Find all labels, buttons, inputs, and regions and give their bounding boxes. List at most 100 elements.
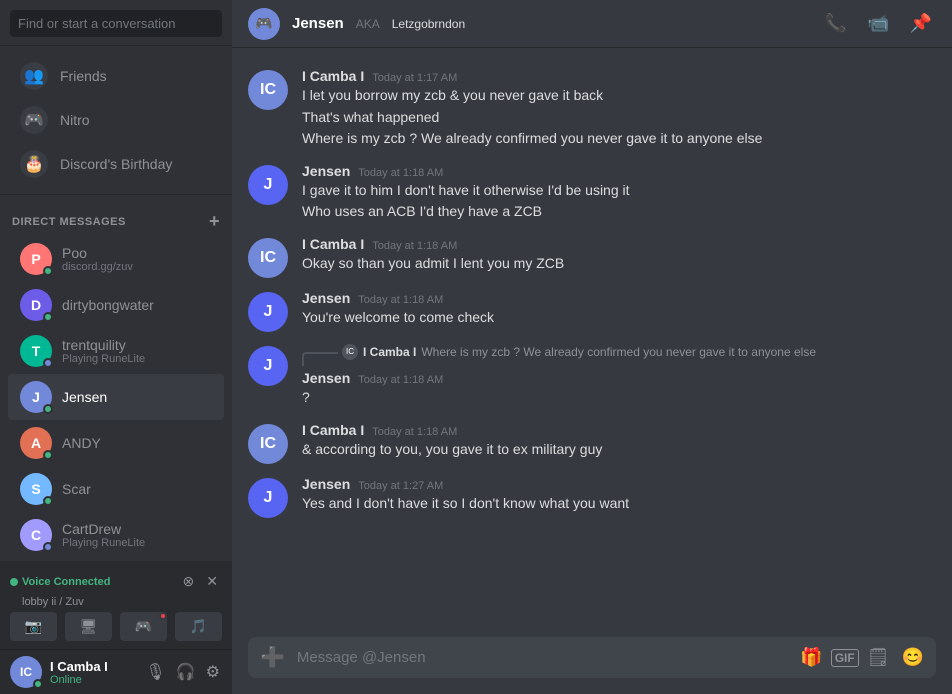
gift-button[interactable]: 🎁 bbox=[796, 643, 826, 672]
dm-sub-poo: discord.gg/zuv bbox=[62, 261, 212, 273]
nitro-label: Nitro bbox=[60, 112, 90, 128]
msg-header-2: Jensen Today at 1:18 AM bbox=[302, 163, 936, 179]
music-button[interactable]: 🎵 bbox=[175, 612, 222, 641]
dm-status-dot-scar bbox=[43, 496, 53, 506]
birthday-label: Discord's Birthday bbox=[60, 156, 172, 172]
sidebar-item-nitro[interactable]: 🎮 Nitro bbox=[8, 98, 224, 142]
msg-line: Who uses an ACB I'd they have a ZCB bbox=[302, 202, 936, 222]
search-input[interactable] bbox=[10, 10, 222, 37]
msg-avatar-5: J bbox=[248, 346, 288, 386]
sidebar-item-birthday[interactable]: 🎂 Discord's Birthday bbox=[8, 142, 224, 186]
msg-text-5: ? bbox=[302, 388, 936, 408]
message-group-5: J IC I Camba I Where is my zcb ? We alre… bbox=[232, 340, 952, 414]
dm-name-andy: ANDY bbox=[62, 435, 212, 451]
user-panel-icons: 🎙 🎧 ⚙ bbox=[143, 660, 222, 684]
dm-info-dirtybongwater: dirtybongwater bbox=[62, 297, 212, 313]
voice-channel-name: lobby ii / Zuv bbox=[10, 594, 222, 608]
msg-timestamp-7: Today at 1:27 AM bbox=[358, 480, 443, 492]
msg-line: & according to you, you gave it to ex mi… bbox=[302, 440, 936, 460]
dm-header-label: Direct Messages bbox=[12, 216, 126, 228]
message-group-2: J Jensen Today at 1:18 AM I gave it to h… bbox=[232, 159, 952, 228]
msg-avatar-2: J bbox=[248, 165, 288, 205]
msg-line: You're welcome to come check bbox=[302, 308, 936, 328]
msg-author-6: I Camba I bbox=[302, 422, 364, 438]
chat-header-name: Jensen bbox=[292, 15, 344, 32]
msg-author-7: Jensen bbox=[302, 476, 350, 492]
voice-leave-button[interactable]: ✕ bbox=[202, 569, 222, 594]
dm-item-jensen[interactable]: J Jensen bbox=[8, 374, 224, 420]
main-content: 🎮 Jensen AKA Letzgobrndon 📞 📹 📌 IC I Cam… bbox=[232, 0, 952, 694]
dm-name-jensen: Jensen bbox=[62, 389, 212, 405]
screenshare-button[interactable]: 🖥 bbox=[65, 612, 112, 641]
msg-content-1: I Camba I Today at 1:17 AM I let you bor… bbox=[302, 68, 936, 151]
chat-header: 🎮 Jensen AKA Letzgobrndon 📞 📹 📌 bbox=[232, 0, 952, 48]
msg-text-7: Yes and I don't have it so I don't know … bbox=[302, 494, 936, 514]
msg-avatar-7: J bbox=[248, 478, 288, 518]
msg-avatar-4: J bbox=[248, 292, 288, 332]
voice-status-row: Voice Connected ⊗ ✕ bbox=[10, 569, 222, 594]
sidebar-item-friends[interactable]: 👥 Friends bbox=[8, 54, 224, 98]
camera-button[interactable]: 📷 bbox=[10, 612, 57, 641]
msg-header-5: Jensen Today at 1:18 AM bbox=[302, 370, 936, 386]
dm-item-andy[interactable]: A ANDY bbox=[8, 420, 224, 466]
dm-section-header: Direct Messages + bbox=[0, 195, 232, 236]
gif-button[interactable]: GIF bbox=[831, 649, 859, 667]
msg-header-6: I Camba I Today at 1:18 AM bbox=[302, 422, 936, 438]
add-dm-button[interactable]: + bbox=[209, 211, 220, 232]
msg-line: Where is my zcb ? We already confirmed y… bbox=[302, 129, 936, 149]
message-input[interactable] bbox=[297, 638, 788, 677]
emoji-button[interactable]: 😊 bbox=[898, 643, 928, 672]
chat-header-aka-label: AKA bbox=[356, 17, 380, 31]
settings-button[interactable]: ⚙ bbox=[204, 660, 222, 684]
msg-content-4: Jensen Today at 1:18 AM You're welcome t… bbox=[302, 290, 936, 332]
sticker-button[interactable]: 🗒 bbox=[863, 643, 894, 672]
dm-item-scar[interactable]: S Scar bbox=[8, 466, 224, 512]
add-attachment-button[interactable]: ➕ bbox=[256, 637, 289, 678]
dm-name-scar: Scar bbox=[62, 481, 212, 497]
msg-text-6: & according to you, you gave it to ex mi… bbox=[302, 440, 936, 460]
dm-avatar-wrap-cartdrew: C bbox=[20, 519, 52, 551]
voice-mute-button[interactable]: ⊗ bbox=[179, 569, 199, 594]
dm-name-cartdrew: CartDrew bbox=[62, 521, 212, 537]
nitro-icon: 🎮 bbox=[20, 106, 48, 134]
dm-avatar-wrap-andy: A bbox=[20, 427, 52, 459]
msg-author-3: I Camba I bbox=[302, 236, 364, 252]
msg-line: Okay so than you admit I lent you my ZCB bbox=[302, 254, 936, 274]
friends-icon: 👥 bbox=[20, 62, 48, 90]
dm-item-dirtybongwater[interactable]: D dirtybongwater bbox=[8, 282, 224, 328]
dm-status-dot-andy bbox=[43, 450, 53, 460]
dm-avatar-wrap-dirtybongwater: D bbox=[20, 289, 52, 321]
reply-connector-5 bbox=[302, 352, 338, 366]
video-button[interactable]: 📹 bbox=[863, 9, 893, 38]
msg-line: Yes and I don't have it so I don't know … bbox=[302, 494, 936, 514]
headset-button[interactable]: 🎧 bbox=[174, 660, 198, 684]
user-avatar-initials: IC bbox=[20, 665, 32, 679]
dm-list: P Poo discord.gg/zuv D dirtybongwater bbox=[0, 236, 232, 561]
microphone-button[interactable]: 🎙 bbox=[143, 660, 167, 684]
msg-line: I let you borrow my zcb & you never gave… bbox=[302, 86, 936, 106]
message-input-area: ➕ 🎁 GIF 🗒 😊 bbox=[232, 637, 952, 694]
user-info: I Camba I Online bbox=[50, 659, 135, 686]
user-name: I Camba I bbox=[50, 659, 135, 674]
dm-status-dot-poo bbox=[43, 266, 53, 276]
msg-header-7: Jensen Today at 1:27 AM bbox=[302, 476, 936, 492]
dm-item-poo[interactable]: P Poo discord.gg/zuv bbox=[8, 236, 224, 282]
msg-header-3: I Camba I Today at 1:18 AM bbox=[302, 236, 936, 252]
msg-author-1: I Camba I bbox=[302, 68, 364, 84]
msg-author-5: Jensen bbox=[302, 370, 350, 386]
dm-info-trentquility: trentquility Playing RuneLite bbox=[62, 337, 212, 365]
dm-avatar-wrap-poo: P bbox=[20, 243, 52, 275]
dm-item-cartdrew[interactable]: C CartDrew Playing RuneLite bbox=[8, 512, 224, 558]
dm-status-dot-dirtybongwater bbox=[43, 312, 53, 322]
voice-panel: Voice Connected ⊗ ✕ lobby ii / Zuv 📷 🖥 🎮… bbox=[0, 561, 232, 649]
activity-button[interactable]: 🎮 bbox=[120, 612, 167, 641]
dm-status-dot-trentquility bbox=[43, 358, 53, 368]
dm-name-poo: Poo bbox=[62, 245, 212, 261]
msg-timestamp-5: Today at 1:18 AM bbox=[358, 374, 443, 386]
msg-text-4: You're welcome to come check bbox=[302, 308, 936, 328]
pinned-button[interactable]: 📌 bbox=[906, 9, 936, 38]
msg-content-7: Jensen Today at 1:27 AM Yes and I don't … bbox=[302, 476, 936, 518]
dm-item-trentquility[interactable]: T trentquility Playing RuneLite bbox=[8, 328, 224, 374]
call-button[interactable]: 📞 bbox=[821, 9, 851, 38]
message-input-box: ➕ 🎁 GIF 🗒 😊 bbox=[248, 637, 936, 678]
